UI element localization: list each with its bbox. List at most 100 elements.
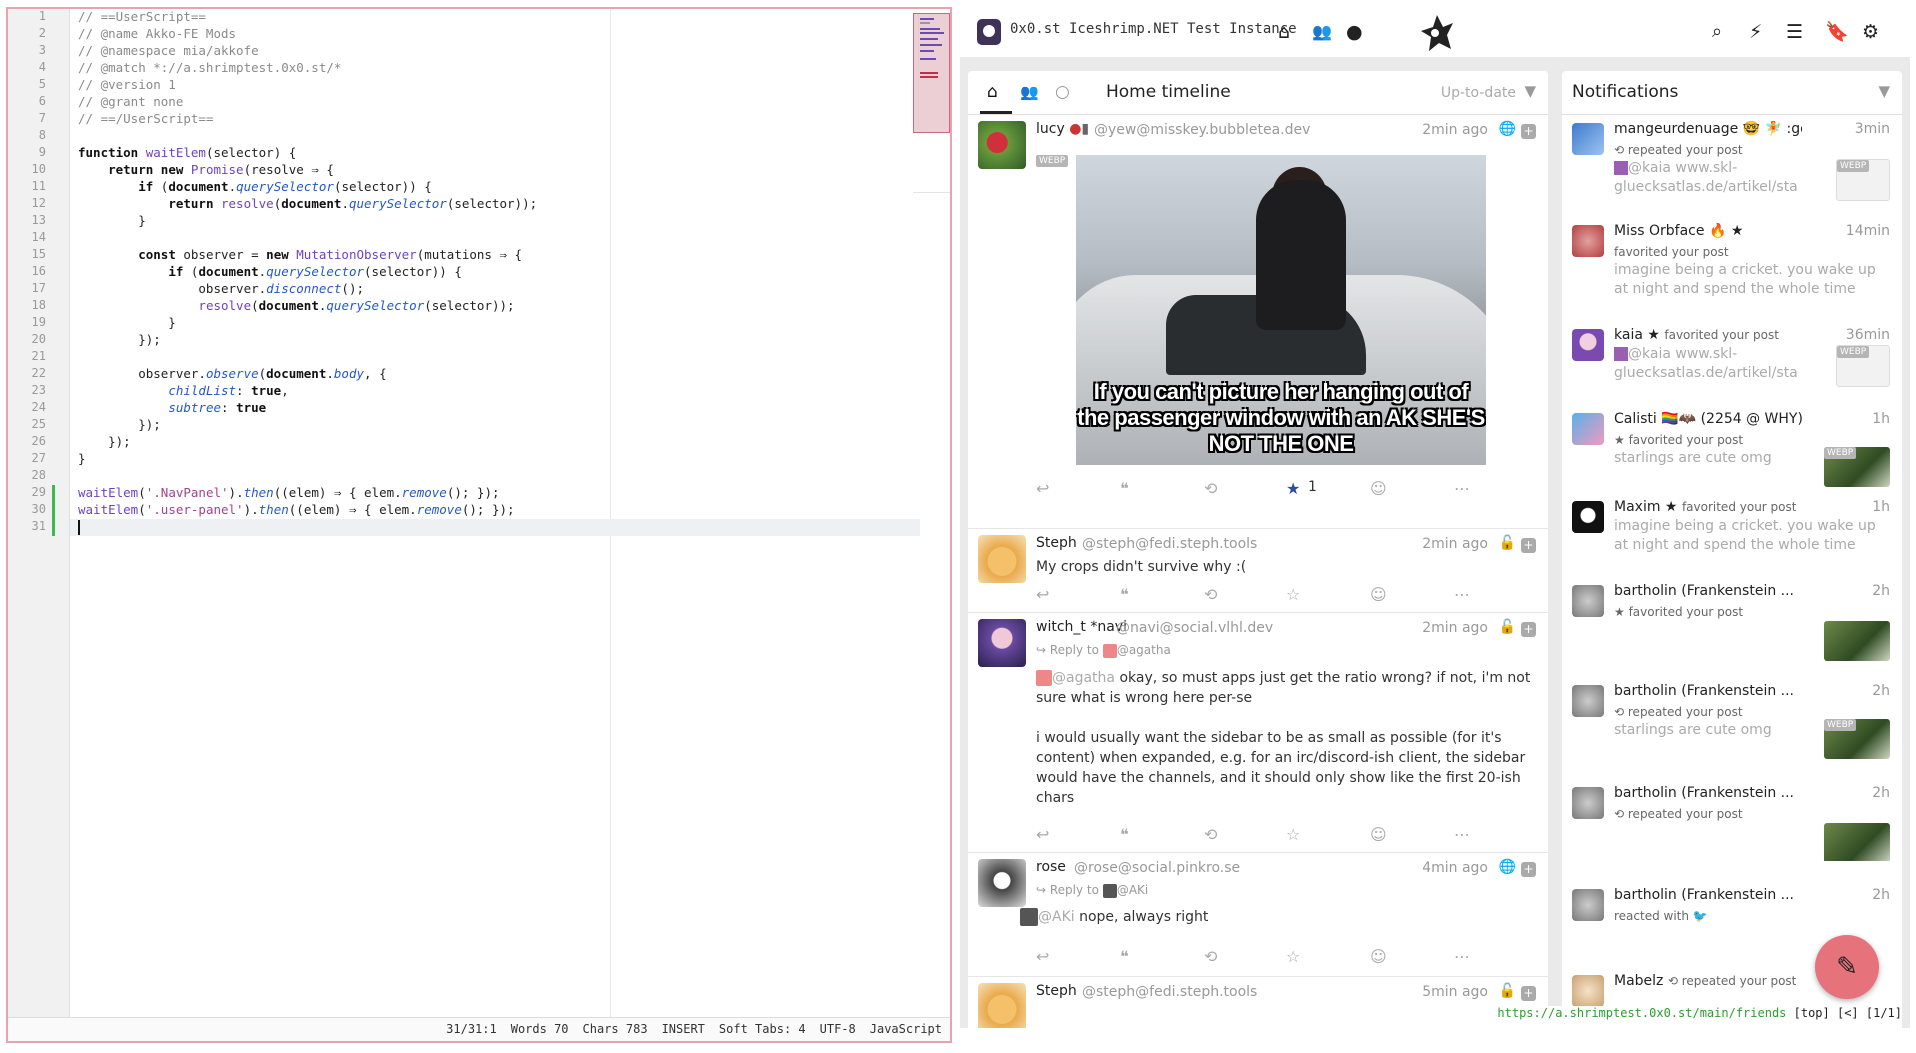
filter-icon[interactable]: ▼ xyxy=(1878,82,1890,100)
notif-author[interactable]: bartholin (Frankenstein ... xyxy=(1614,583,1794,599)
repeat-icon[interactable]: ⟲ xyxy=(1204,947,1217,966)
post-author[interactable]: lucy ●▮ xyxy=(1036,121,1089,137)
avatar[interactable] xyxy=(1572,585,1604,617)
bookmark-icon[interactable]: 🔖 xyxy=(1825,21,1849,43)
home-icon[interactable]: ⌂ xyxy=(1278,21,1290,43)
notif-author[interactable]: Mabelz ⟲ repeated your post xyxy=(1614,973,1796,989)
expand-icon[interactable]: + xyxy=(1521,986,1536,1001)
notification-item[interactable]: mangeurdenuage 🤓 🧚 :go... 3min ⟲ repeate… xyxy=(1562,121,1902,221)
repeat-icon[interactable]: ⟲ xyxy=(1204,479,1217,498)
code-line[interactable]: const observer = new MutationObserver(mu… xyxy=(70,247,920,264)
tab-setting[interactable]: Soft Tabs: 4 xyxy=(719,1022,806,1036)
avatar[interactable] xyxy=(978,619,1026,667)
avatar[interactable] xyxy=(1572,413,1604,445)
code-line[interactable] xyxy=(70,230,920,247)
code-line[interactable]: if (document.querySelector(selector)) { xyxy=(70,179,920,196)
avatar[interactable] xyxy=(978,121,1026,169)
expand-icon[interactable]: + xyxy=(1521,622,1536,637)
code-line[interactable]: // @version 1 xyxy=(70,77,920,94)
expand-icon[interactable]: + xyxy=(1521,538,1536,553)
avatar[interactable] xyxy=(978,535,1026,583)
notif-author[interactable]: kaia ★ favorited your post xyxy=(1614,327,1779,343)
language-mode[interactable]: JavaScript xyxy=(870,1022,942,1036)
tab-bubble[interactable]: ○ xyxy=(1055,81,1070,103)
circle-icon[interactable]: ● xyxy=(1346,21,1363,43)
avatar[interactable] xyxy=(1572,889,1604,921)
code-line[interactable]: observer.disconnect(); xyxy=(70,281,920,298)
code-line[interactable]: }); xyxy=(70,417,920,434)
code-line[interactable]: // ==/UserScript== xyxy=(70,111,920,128)
notif-author[interactable]: Calisti 🏳️‍🌈🦇 (2254 @ WHY) xyxy=(1614,411,1802,427)
post-author[interactable]: witch_t *navi xyxy=(1036,619,1127,635)
notif-thumbnail[interactable] xyxy=(1824,823,1890,861)
code-line[interactable]: resolve(document.querySelector(selector)… xyxy=(70,298,920,315)
reply-icon[interactable]: ↩ xyxy=(1036,825,1049,844)
post-time[interactable]: 2min ago xyxy=(1422,536,1488,552)
notif-author[interactable]: bartholin (Frankenstein ... xyxy=(1614,785,1794,801)
compose-button[interactable]: ✎ xyxy=(1815,935,1879,999)
notif-thumbnail[interactable] xyxy=(1824,621,1890,661)
quote-icon[interactable]: ❝ xyxy=(1120,479,1129,498)
notif-thumbnail[interactable]: WEBP xyxy=(1824,719,1890,759)
instance-logo[interactable] xyxy=(977,19,1001,45)
post-author[interactable]: Steph xyxy=(1036,983,1077,999)
code-line[interactable]: }); xyxy=(70,434,920,451)
notif-thumbnail[interactable]: WEBP xyxy=(1824,447,1890,487)
notif-thumbnail[interactable]: WEBP xyxy=(1836,345,1890,387)
avatar[interactable] xyxy=(1572,787,1604,819)
reply-icon[interactable]: ↩ xyxy=(1036,585,1049,604)
instance-name[interactable]: 0x0.st Iceshrimp.NET Test Instance xyxy=(1010,21,1297,37)
notification-item[interactable]: bartholin (Frankenstein ... 2h ⟲ repeate… xyxy=(1562,683,1902,763)
code-line[interactable]: return resolve(document.querySelector(se… xyxy=(70,196,920,213)
code-line[interactable]: } xyxy=(70,213,920,230)
code-line[interactable]: } xyxy=(70,315,920,332)
reply-to[interactable]: ↪ Reply to @AKi xyxy=(1036,883,1148,898)
notification-item[interactable]: Miss Orbface 🔥 ★ 14min favorited your po… xyxy=(1562,223,1902,303)
post-time[interactable]: 4min ago xyxy=(1422,860,1488,876)
notification-item[interactable]: Calisti 🏳️‍🌈🦇 (2254 @ WHY) 1h ★ favorite… xyxy=(1562,411,1902,487)
avatar[interactable] xyxy=(1572,685,1604,717)
post-handle[interactable]: @rose@social.pinkro.se xyxy=(1074,860,1240,876)
post-time[interactable]: 2min ago xyxy=(1422,620,1488,636)
minimap[interactable] xyxy=(913,13,950,133)
code-line[interactable]: if (document.querySelector(selector)) { xyxy=(70,264,920,281)
post-author[interactable]: Steph xyxy=(1036,535,1077,551)
code-line[interactable]: // ==UserScript== xyxy=(70,9,920,26)
code-line[interactable]: childList: true, xyxy=(70,383,920,400)
bolt-icon[interactable]: ⚡ xyxy=(1749,21,1762,43)
people-icon[interactable]: 👥 xyxy=(1312,21,1332,43)
quote-icon[interactable]: ❝ xyxy=(1120,585,1129,604)
more-icon[interactable]: ⋯ xyxy=(1454,825,1470,844)
code-line[interactable]: waitElem('.NavPanel').then((elem) ⇒ { el… xyxy=(70,485,920,502)
emoji-react-icon[interactable]: ☺ xyxy=(1370,585,1387,604)
code-line[interactable] xyxy=(70,519,920,536)
quote-icon[interactable]: ❝ xyxy=(1120,825,1129,844)
post-handle[interactable]: @steph@fedi.steph.tools xyxy=(1082,984,1257,1000)
filter-icon[interactable]: ▼ xyxy=(1524,82,1536,100)
avatar[interactable] xyxy=(1572,975,1604,1007)
code-line[interactable]: observer.observe(document.body, { xyxy=(70,366,920,383)
code-line[interactable]: // @grant none xyxy=(70,94,920,111)
avatar[interactable] xyxy=(978,983,1026,1028)
emoji-react-icon[interactable]: ☺ xyxy=(1370,825,1387,844)
notification-item[interactable]: kaia ★ favorited your post 36min @kaia w… xyxy=(1562,327,1902,401)
post-time[interactable]: 2min ago xyxy=(1422,122,1488,138)
code-line[interactable] xyxy=(70,349,920,366)
repeat-icon[interactable]: ⟲ xyxy=(1204,585,1217,604)
avatar[interactable] xyxy=(978,859,1026,907)
avatar[interactable] xyxy=(1572,329,1604,361)
notification-item[interactable]: bartholin (Frankenstein ... 2h ⟲ repeate… xyxy=(1562,785,1902,861)
repeat-icon[interactable]: ⟲ xyxy=(1204,825,1217,844)
post-handle[interactable]: @navi@social.vlhl.dev xyxy=(1116,620,1273,636)
code-line[interactable]: function waitElem(selector) { xyxy=(70,145,920,162)
notif-thumbnail[interactable]: WEBP xyxy=(1836,159,1890,201)
code-line[interactable]: }); xyxy=(70,332,920,349)
tab-friends[interactable]: 👥 xyxy=(1020,81,1039,103)
expand-icon[interactable]: + xyxy=(1521,862,1536,877)
post-time[interactable]: 5min ago xyxy=(1422,984,1488,1000)
favorite-icon[interactable]: ☆ xyxy=(1286,825,1300,844)
post-handle[interactable]: @steph@fedi.steph.tools xyxy=(1082,536,1257,552)
emoji-react-icon[interactable]: ☺ xyxy=(1370,947,1387,966)
favorite-icon[interactable]: ☆ xyxy=(1286,947,1300,966)
code-line[interactable]: return new Promise(resolve ⇒ { xyxy=(70,162,920,179)
